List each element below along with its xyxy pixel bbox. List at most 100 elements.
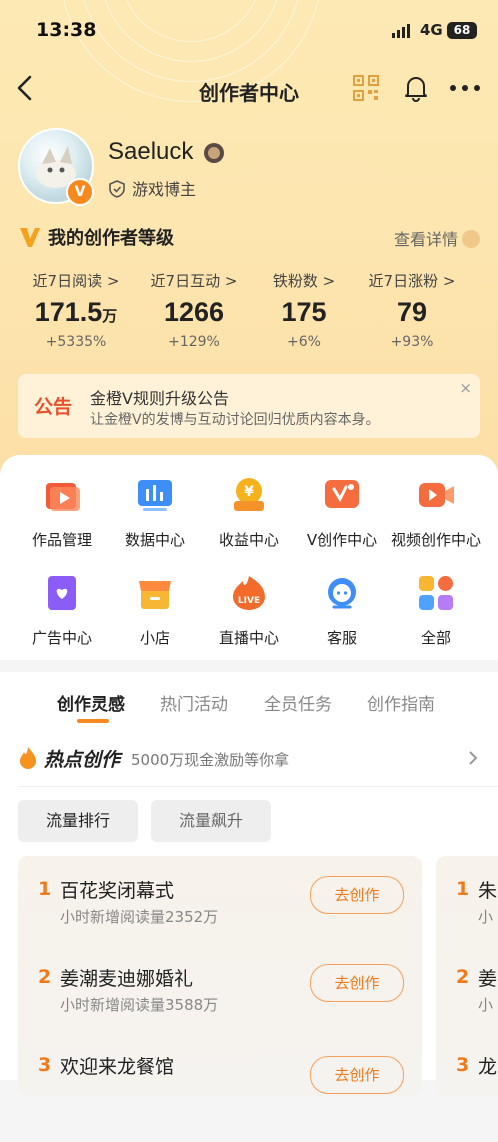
topic-title: 龙 bbox=[478, 1056, 498, 1078]
stat-value: 175 bbox=[281, 297, 327, 327]
v-level-icon bbox=[20, 228, 40, 247]
tool-income[interactable]: ¥ 收益中心 bbox=[199, 475, 299, 550]
tool-service[interactable]: 客服 bbox=[292, 573, 392, 648]
announcement-banner[interactable]: 公告 金橙V规则升级公告 让金橙V的发博与互动讨论回归优质内容本身。 × bbox=[18, 374, 480, 438]
stat-label: 近7日涨粉 > bbox=[368, 272, 456, 290]
topic-title: 姜 bbox=[478, 968, 498, 990]
signal-icon bbox=[392, 24, 410, 38]
tab-inspiration[interactable]: 创作灵感 bbox=[57, 690, 125, 715]
live-badge-text: LIVE bbox=[238, 596, 260, 606]
video-icon bbox=[419, 483, 454, 507]
tools-grid: 作品管理 数据中心 ¥ 收益中心 V创作中心 视频创作中心 广告中心 小店 LI… bbox=[0, 455, 498, 660]
topic-metric: 小 bbox=[478, 996, 494, 1014]
avatar[interactable]: V bbox=[18, 128, 94, 206]
status-bar: 13:38 4G 68 bbox=[0, 0, 498, 62]
works-icon bbox=[46, 483, 80, 511]
tool-video[interactable]: 视频创作中心 bbox=[386, 475, 486, 550]
tool-ad[interactable]: 广告中心 bbox=[12, 573, 112, 648]
rank-number: 2 bbox=[38, 966, 52, 988]
tool-shop[interactable]: 小店 bbox=[105, 573, 205, 648]
tab-all-tasks[interactable]: 全员任务 bbox=[264, 690, 332, 715]
rank-number: 3 bbox=[456, 1054, 470, 1076]
role-label: 游戏博主 bbox=[132, 180, 197, 199]
tool-works[interactable]: 作品管理 bbox=[12, 475, 112, 550]
create-button[interactable]: 去创作 bbox=[310, 964, 404, 1002]
bell-icon[interactable] bbox=[403, 74, 429, 102]
hot-topics-card: 1 百花奖闭幕式 小时新增阅读量2352万 去创作 2 姜潮麦迪娜婚礼 小时新增… bbox=[18, 856, 422, 1096]
tool-label: 全部 bbox=[420, 629, 451, 647]
chevron-right-icon[interactable] bbox=[466, 749, 480, 767]
create-button[interactable]: 去创作 bbox=[310, 876, 404, 914]
stats-row: 近7日阅读 > 171.5万 +5335% 近7日互动 > 1266 +129%… bbox=[18, 270, 480, 360]
announcement-subtitle: 让金橙V的发博与互动讨论回归优质内容本身。 bbox=[90, 412, 380, 428]
content-tabs: 创作灵感 热门活动 全员任务 创作指南 bbox=[0, 672, 498, 724]
fire-icon bbox=[20, 747, 36, 769]
tab-hot-events[interactable]: 热门活动 bbox=[160, 690, 228, 715]
medal-icon bbox=[204, 143, 224, 163]
close-icon[interactable]: × bbox=[459, 379, 472, 397]
tab-guide[interactable]: 创作指南 bbox=[367, 690, 435, 715]
tool-label: 视频创作中心 bbox=[390, 531, 481, 549]
v-badge: V bbox=[66, 178, 94, 206]
hot-creation-header[interactable]: 热点创作 5000万现金激励等你拿 bbox=[18, 744, 480, 774]
stat-interactions[interactable]: 近7日互动 > 1266 +129% bbox=[136, 270, 252, 350]
view-details-link[interactable]: 查看详情 bbox=[394, 226, 480, 250]
stat-change: +5335% bbox=[45, 334, 107, 350]
stat-value: 171.5万 bbox=[34, 297, 118, 327]
tool-label: 收益中心 bbox=[218, 531, 279, 549]
shop-icon bbox=[139, 581, 171, 609]
all-icon bbox=[419, 576, 453, 610]
tool-label: 数据中心 bbox=[124, 531, 185, 549]
battery-icon: 68 bbox=[447, 22, 477, 39]
live-icon: LIVE bbox=[233, 576, 265, 610]
tool-data[interactable]: 数据中心 bbox=[105, 475, 205, 550]
topic-title: 朱 bbox=[478, 880, 498, 902]
level-title: 我的创作者等级 bbox=[48, 228, 174, 249]
list-item[interactable]: 2 姜 小 bbox=[436, 966, 498, 1054]
inspiration-section: 创作灵感 热门活动 全员任务 创作指南 热点创作 5000万现金激励等你拿 流量… bbox=[0, 672, 498, 1096]
rank-number: 2 bbox=[456, 966, 470, 988]
list-item[interactable]: 3 欢迎来龙餐馆 去创作 bbox=[18, 1054, 422, 1142]
list-item[interactable]: 1 朱 小 bbox=[436, 878, 498, 966]
topic-title: 欢迎来龙餐馆 bbox=[60, 1056, 175, 1078]
announcement-tag: 公告 bbox=[34, 396, 73, 418]
tool-label: 小店 bbox=[139, 629, 170, 647]
create-button[interactable]: 去创作 bbox=[310, 1056, 404, 1094]
announcement-title: 金橙V规则升级公告 bbox=[90, 389, 229, 408]
stat-reads[interactable]: 近7日阅读 > 171.5万 +5335% bbox=[18, 270, 134, 350]
topic-title: 百花奖闭幕式 bbox=[60, 880, 175, 902]
stat-change: +6% bbox=[287, 334, 321, 350]
stat-label: 近7日阅读 > bbox=[32, 272, 120, 290]
data-icon bbox=[138, 480, 172, 511]
list-item[interactable]: 1 百花奖闭幕式 小时新增阅读量2352万 去创作 bbox=[18, 876, 422, 966]
chip-traffic-surge[interactable]: 流量飙升 bbox=[151, 800, 272, 842]
stat-change: +93% bbox=[390, 334, 434, 350]
tool-all[interactable]: 全部 bbox=[386, 573, 486, 648]
tool-live[interactable]: LIVE 直播中心 bbox=[199, 573, 299, 648]
creator-level-row: 我的创作者等级 查看详情 bbox=[18, 224, 480, 250]
hot-subtitle: 5000万现金激励等你拿 bbox=[131, 751, 290, 769]
stat-new-fans[interactable]: 近7日涨粉 > 79 +93% bbox=[354, 270, 470, 350]
topic-metric: 小时新增阅读量2352万 bbox=[60, 908, 219, 926]
nav-bar: 创作者中心 bbox=[0, 62, 498, 116]
list-item[interactable]: 3 龙 bbox=[436, 1054, 498, 1142]
topic-metric: 小时新增阅读量3588万 bbox=[60, 996, 219, 1014]
stat-change: +129% bbox=[168, 334, 220, 350]
more-icon[interactable] bbox=[448, 76, 482, 100]
tool-v-create[interactable]: V创作中心 bbox=[292, 475, 392, 550]
stat-fans[interactable]: 铁粉数 > 175 +6% bbox=[246, 270, 362, 350]
stat-label: 近7日互动 > bbox=[150, 272, 238, 290]
tool-label: 客服 bbox=[326, 629, 357, 647]
service-icon bbox=[328, 578, 356, 609]
chevron-down-icon bbox=[462, 230, 480, 248]
creator-role: 游戏博主 bbox=[108, 176, 196, 200]
list-item[interactable]: 2 姜潮麦迪娜婚礼 小时新增阅读量3588万 去创作 bbox=[18, 964, 422, 1054]
hot-topics-card-secondary: 1 朱 小 2 姜 小 3 龙 bbox=[436, 856, 498, 1096]
tool-label: 直播中心 bbox=[218, 629, 279, 647]
shield-icon bbox=[109, 180, 125, 198]
network-label: 4G bbox=[420, 21, 443, 39]
chip-traffic-rank[interactable]: 流量排行 bbox=[18, 800, 139, 842]
rank-number: 1 bbox=[456, 878, 470, 900]
topic-title: 姜潮麦迪娜婚礼 bbox=[60, 968, 194, 990]
qr-code-icon[interactable] bbox=[353, 75, 379, 101]
